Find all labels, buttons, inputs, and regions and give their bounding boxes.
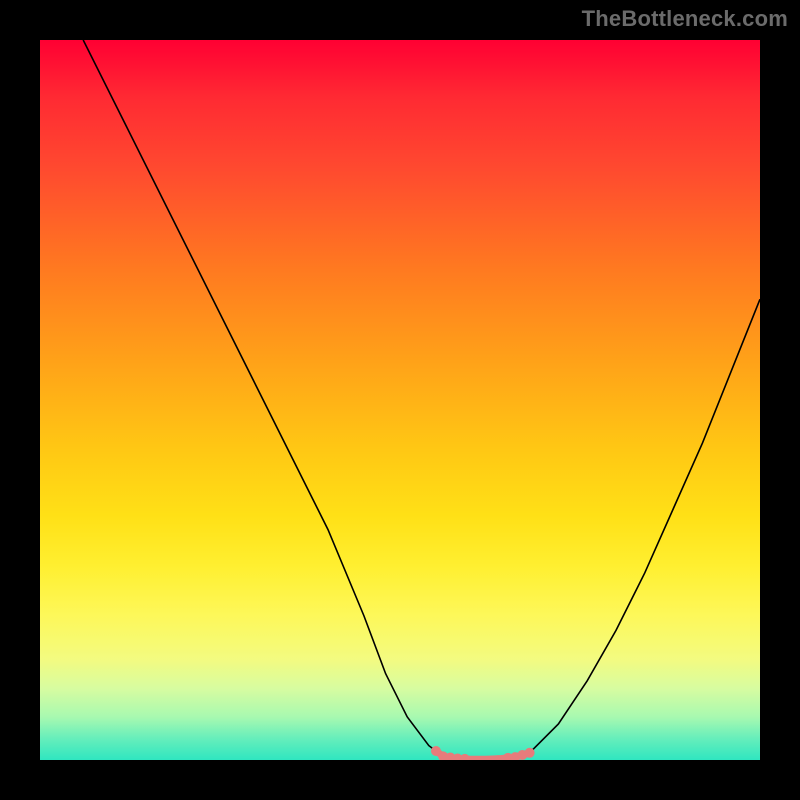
- chart-svg: [40, 40, 760, 760]
- bottleneck-curve: [83, 40, 760, 759]
- plot-area: [40, 40, 760, 760]
- highlight-dot: [525, 748, 535, 758]
- highlight-dot: [460, 754, 470, 760]
- watermark-text: TheBottleneck.com: [582, 6, 788, 32]
- chart-frame: TheBottleneck.com: [0, 0, 800, 800]
